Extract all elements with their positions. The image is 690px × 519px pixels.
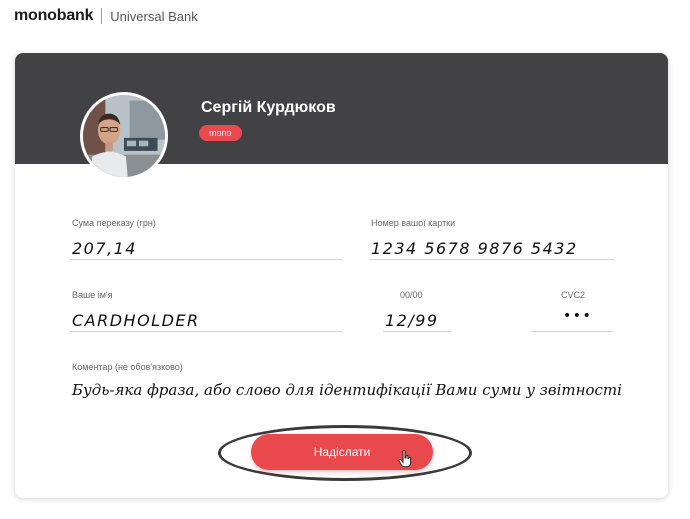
cvc-input[interactable]: ••• — [563, 308, 592, 324]
amount-underline — [70, 259, 342, 260]
top-bar: monobank Universal Bank — [14, 6, 198, 26]
user-name: Сергій Курдюков — [201, 99, 336, 116]
user-badge: mono — [199, 125, 242, 141]
amount-label: Сума переказу (грн) — [72, 218, 156, 228]
comment-input[interactable]: Будь-яка фраза, або слово для ідентифіка… — [72, 381, 622, 399]
cvc-underline — [531, 331, 613, 332]
name-input[interactable]: CARDHOLDER — [72, 311, 200, 330]
amount-input[interactable]: 207,14 — [72, 239, 137, 258]
payment-card: Сергій Курдюков mono Сума переказу (грн)… — [15, 53, 668, 498]
hand-pointer-icon — [398, 450, 412, 468]
name-underline — [70, 331, 342, 332]
card-number-underline — [369, 259, 614, 260]
cvc-label: CVC2 — [561, 290, 586, 300]
card-number-input[interactable]: 1234 5678 9876 5432 — [371, 239, 578, 258]
expiry-input[interactable]: 12/99 — [385, 311, 439, 330]
brand-logo[interactable]: monobank — [14, 7, 93, 25]
avatar-photo — [83, 95, 165, 177]
brand-subtitle: Universal Bank — [110, 8, 198, 24]
expiry-underline — [383, 331, 451, 332]
name-label: Ваше ім'я — [72, 290, 113, 300]
brand-divider — [101, 8, 103, 24]
expiry-label: 00/00 — [400, 290, 423, 300]
card-number-label: Номер вашої картки — [371, 218, 456, 228]
avatar — [80, 92, 168, 180]
comment-label: Коментар (не обов'язково) — [72, 362, 183, 372]
